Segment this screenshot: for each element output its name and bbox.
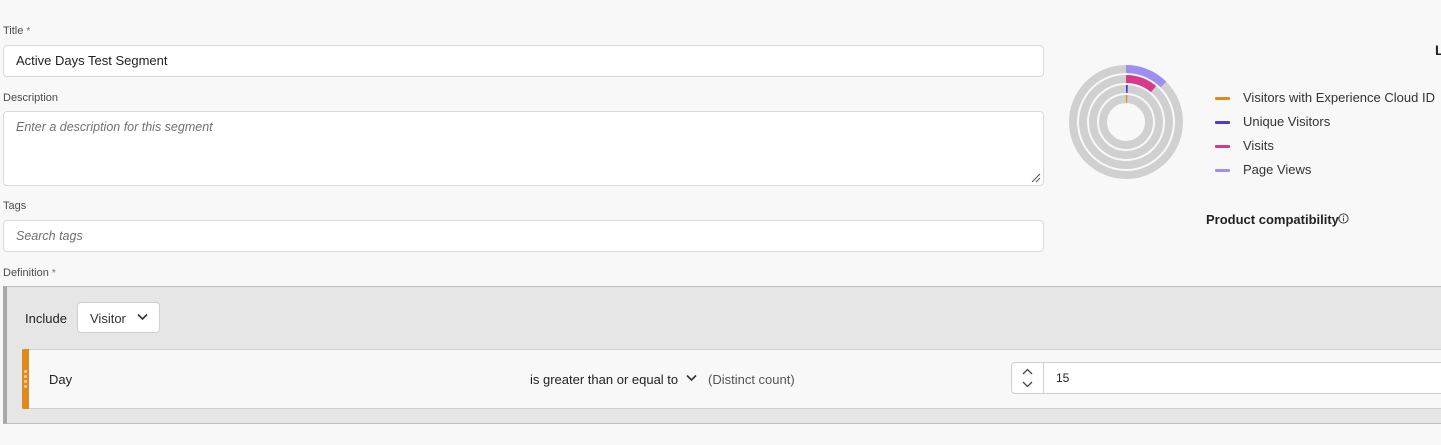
include-label: Include bbox=[25, 311, 67, 326]
title-input[interactable]: Active Days Test Segment bbox=[3, 45, 1044, 77]
legend-label: Visitors with Experience Cloud ID bbox=[1243, 90, 1435, 105]
description-placeholder: Enter a description for this segment bbox=[16, 120, 213, 134]
drag-dot bbox=[24, 370, 27, 373]
scope-dropdown-value: Visitor bbox=[90, 311, 126, 326]
drag-dot bbox=[24, 385, 27, 388]
drag-handle[interactable] bbox=[22, 349, 29, 409]
rule-dimension[interactable]: Day bbox=[49, 372, 72, 387]
title-label: Title * bbox=[3, 25, 30, 37]
up-down-chevron-icon bbox=[1022, 368, 1033, 388]
definition-container: Include Visitor Day is greater than or e… bbox=[3, 286, 1441, 424]
info-icon[interactable] bbox=[1338, 213, 1349, 224]
legend-swatch bbox=[1215, 145, 1230, 148]
value-stepper[interactable] bbox=[1011, 362, 1044, 394]
description-label: Description bbox=[3, 92, 59, 104]
legend-swatch bbox=[1215, 97, 1230, 100]
legend-label: Page Views bbox=[1243, 162, 1312, 177]
segment-summary-rings bbox=[1069, 64, 1183, 179]
legend-label: Visits bbox=[1243, 138, 1274, 153]
tags-search-input[interactable]: Search tags bbox=[3, 220, 1044, 252]
resize-handle-icon[interactable] bbox=[1031, 173, 1041, 183]
product-compatibility-heading: Product compatibility bbox=[1206, 212, 1339, 227]
legend-label: Unique Visitors bbox=[1243, 114, 1331, 129]
legend-swatch bbox=[1215, 169, 1230, 172]
tags-placeholder: Search tags bbox=[16, 229, 83, 243]
title-required-mark: * bbox=[26, 26, 31, 37]
tags-label: Tags bbox=[3, 200, 27, 212]
title-label-text: Title bbox=[3, 25, 24, 37]
rule-value-input[interactable]: 15 bbox=[1043, 362, 1441, 394]
definition-required-mark: * bbox=[51, 268, 56, 279]
rule-value: 15 bbox=[1056, 371, 1070, 385]
segment-rule[interactable]: Day is greater than or equal to (Distinc… bbox=[22, 349, 1441, 409]
chevron-down-icon bbox=[137, 313, 148, 321]
chevron-down-icon[interactable] bbox=[686, 374, 697, 382]
scope-dropdown[interactable]: Visitor bbox=[77, 302, 160, 333]
rule-qualifier: (Distinct count) bbox=[708, 372, 795, 387]
title-input-value: Active Days Test Segment bbox=[16, 53, 168, 68]
definition-label-text: Definition bbox=[3, 267, 49, 279]
panel-heading-cut-off: L bbox=[1435, 42, 1441, 58]
drag-dot bbox=[24, 375, 27, 378]
definition-label: Definition * bbox=[3, 267, 56, 279]
description-textarea[interactable]: Enter a description for this segment bbox=[3, 111, 1044, 186]
rule-operator-dropdown[interactable]: is greater than or equal to bbox=[530, 372, 678, 387]
legend-swatch bbox=[1215, 121, 1230, 124]
drag-dot bbox=[24, 380, 27, 383]
